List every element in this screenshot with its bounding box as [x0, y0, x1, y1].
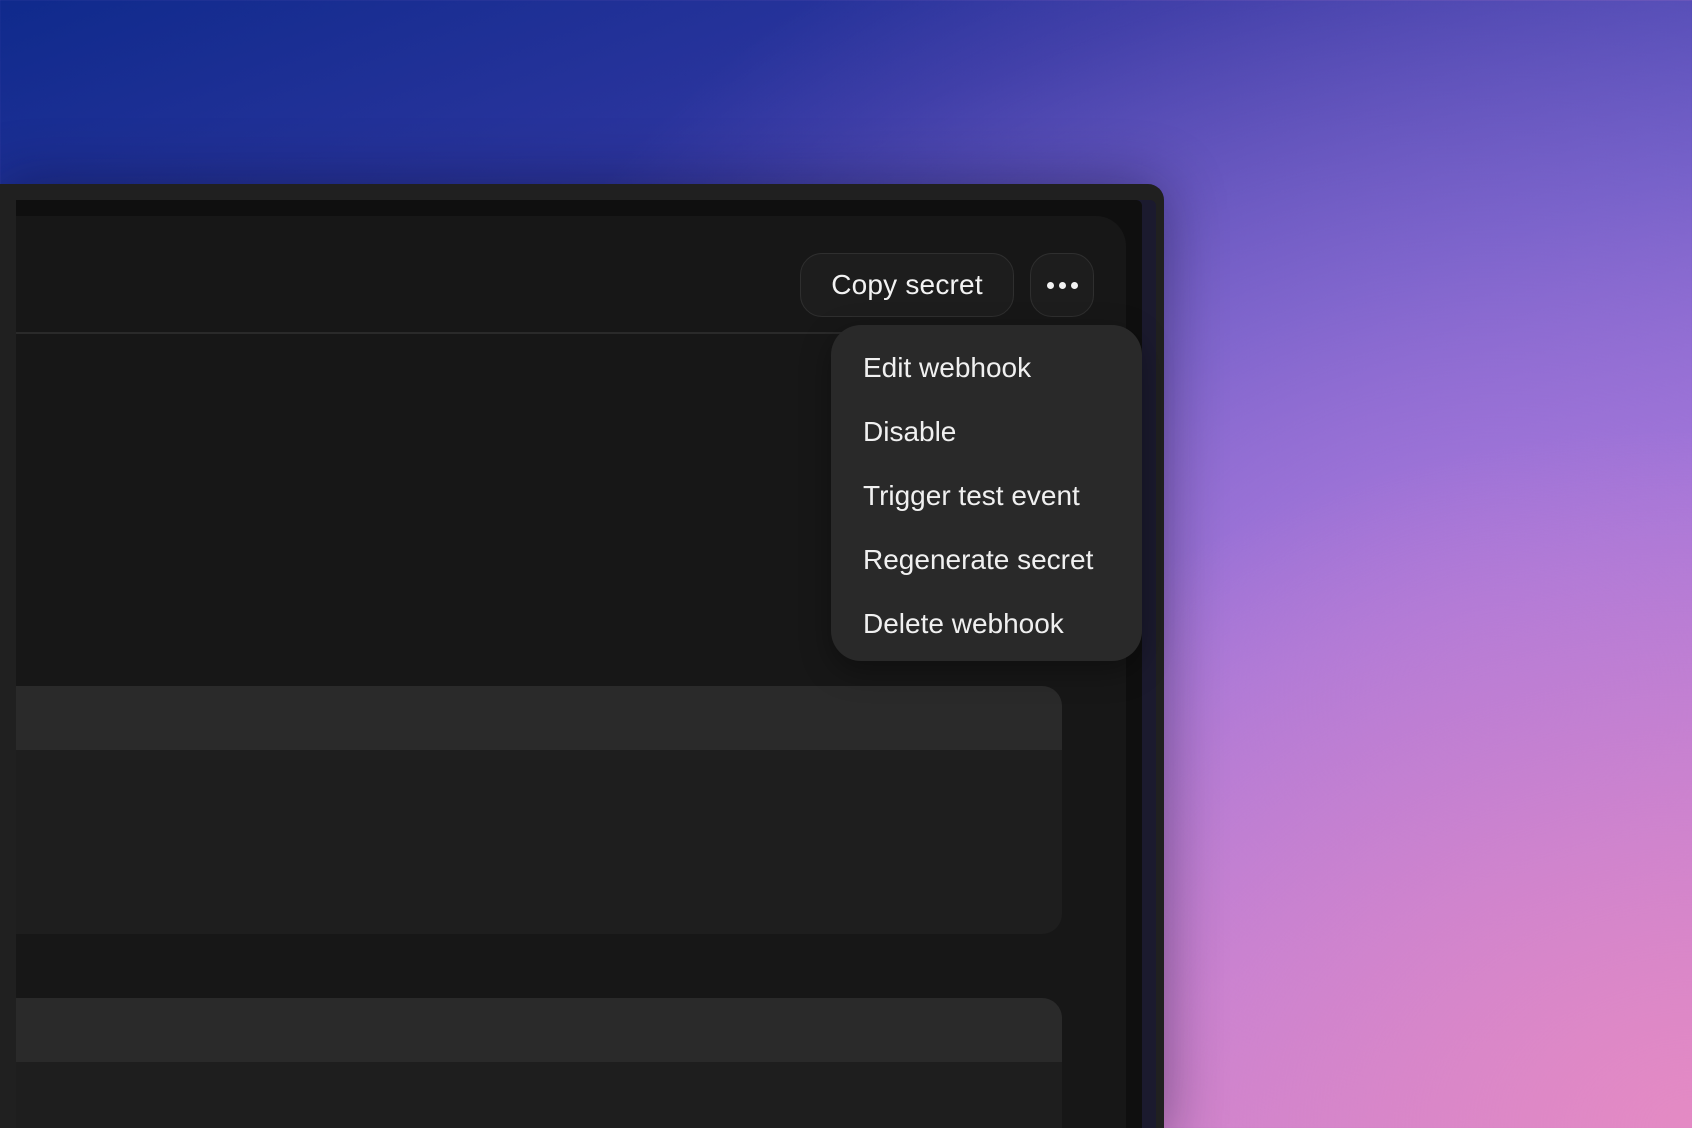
- menu-item-edit-webhook[interactable]: Edit webhook: [831, 336, 1142, 400]
- dot: [1046, 281, 1054, 289]
- more-actions-menu: Edit webhook Disable Trigger test event …: [831, 325, 1142, 661]
- menu-item-disable[interactable]: Disable: [831, 400, 1142, 464]
- events-card-header: [16, 998, 1062, 1062]
- events-card: [16, 998, 1062, 1128]
- menu-item-regenerate-secret[interactable]: Regenerate secret: [831, 528, 1142, 592]
- ellipsis-horizontal-icon: [1046, 281, 1078, 289]
- details-card-header: [16, 686, 1062, 750]
- dot: [1070, 281, 1078, 289]
- details-card: [16, 686, 1062, 934]
- more-actions-button[interactable]: [1030, 253, 1094, 317]
- dot: [1058, 281, 1066, 289]
- menu-item-trigger-test-event[interactable]: Trigger test event: [831, 464, 1142, 528]
- menu-item-delete-webhook[interactable]: Delete webhook: [831, 592, 1142, 656]
- copy-secret-button[interactable]: Copy secret: [800, 253, 1014, 317]
